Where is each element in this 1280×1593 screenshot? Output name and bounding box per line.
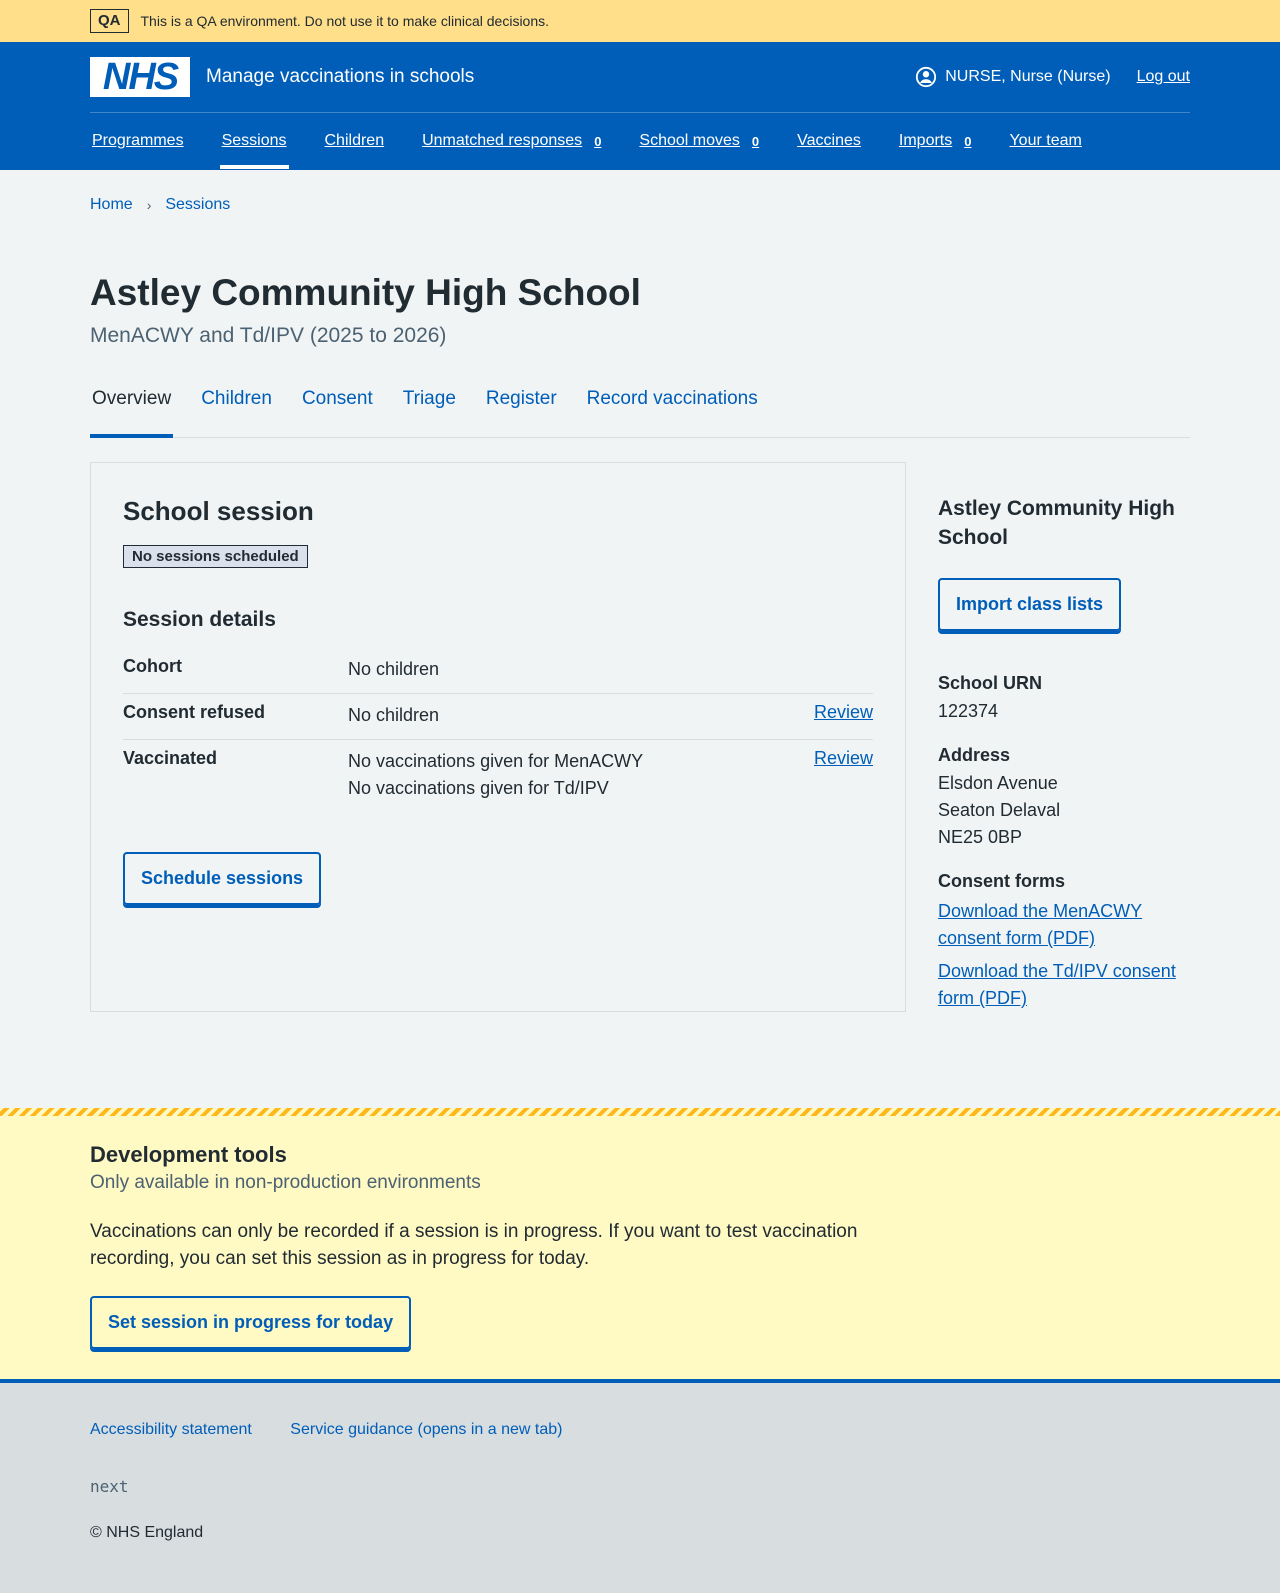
card-title: School session [123, 496, 314, 526]
nav-school-moves[interactable]: School moves 0 [637, 113, 761, 169]
schedule-sessions-button[interactable]: Schedule sessions [123, 852, 322, 905]
school-sidebar: Astley Community High School Import clas… [938, 462, 1188, 1012]
summary-row-vaccinated: Vaccinated No vaccinations given for Men… [123, 740, 873, 812]
summary-value: No vaccinations given for MenACWY No vac… [348, 748, 814, 802]
main: Home › Sessions Astley Community High Sc… [90, 170, 1190, 1012]
nav-label: Imports [898, 132, 953, 149]
address-line: Elsdon Avenue [938, 773, 1058, 793]
qa-message: This is a QA environment. Do not use it … [140, 13, 550, 29]
page-caption: MenACWY and Td/IPV (2025 to 2026) [90, 324, 447, 347]
nav-imports[interactable]: Imports 0 [897, 113, 974, 169]
session-tabs: Overview Children Consent Triage Registe… [90, 382, 1190, 438]
chevron-right-icon: › [146, 197, 152, 213]
header: NHS Manage vaccinations in schools NURSE… [0, 42, 1280, 170]
user-name: NURSE, Nurse (Nurse) [945, 68, 1111, 85]
tab-record-vaccinations[interactable]: Record vaccinations [585, 382, 760, 437]
qa-banner: QA This is a QA environment. Do not use … [0, 0, 1280, 42]
session-summary-list: Cohort No children Consent refused No ch… [123, 648, 873, 812]
nav-unmatched-responses[interactable]: Unmatched responses 0 [420, 113, 603, 169]
address-label: Address [938, 745, 1011, 765]
review-consent-refused-link[interactable]: Review [814, 702, 873, 729]
nav-children[interactable]: Children [323, 113, 387, 169]
nav-programmes[interactable]: Programmes [90, 113, 186, 169]
header-top: NHS Manage vaccinations in schools NURSE… [90, 42, 1190, 113]
primary-nav: Programmes Sessions Children Unmatched r… [90, 113, 1190, 169]
user-icon [916, 66, 937, 88]
nav-your-team[interactable]: Your team [1007, 113, 1083, 169]
nav-label: School moves [639, 132, 740, 149]
nav-label: Programmes [92, 132, 184, 149]
nav-label: Your team [1009, 132, 1082, 149]
address-line: NE25 0BP [938, 827, 1023, 847]
summary-key: Vaccinated [123, 748, 218, 768]
summary-key: Consent refused [123, 702, 266, 722]
copyright: © NHS England [90, 1524, 204, 1541]
service-name[interactable]: Manage vaccinations in schools [206, 66, 474, 88]
nav-label: Children [324, 132, 385, 149]
accessibility-statement-link[interactable]: Accessibility statement [90, 1421, 252, 1438]
nav-count: 0 [594, 133, 602, 149]
development-tools: Development tools Only available in non-… [0, 1108, 1280, 1383]
consent-forms-label: Consent forms [938, 871, 1066, 891]
tab-consent[interactable]: Consent [300, 382, 375, 437]
page-title: Astley Community High School [90, 272, 641, 313]
summary-row-consent-refused: Consent refused No children Review [123, 694, 873, 740]
nav-label: Sessions [221, 132, 287, 149]
footer: Accessibility statement Service guidance… [0, 1383, 1280, 1593]
download-menacwy-consent-link[interactable]: Download the MenACWY consent form (PDF) [938, 898, 1188, 952]
download-tdipv-consent-link[interactable]: Download the Td/IPV consent form (PDF) [938, 958, 1188, 1012]
dev-tools-subtitle: Only available in non-production environ… [90, 1172, 481, 1193]
nav-label: Vaccines [797, 132, 861, 149]
nav-count: 0 [964, 133, 972, 149]
school-urn-value: 122374 [938, 701, 999, 721]
logout-link[interactable]: Log out [1137, 68, 1190, 86]
dev-tools-title: Development tools [90, 1142, 287, 1167]
status-badge: No sessions scheduled [123, 545, 308, 568]
sidebar-school-name: Astley Community High School [938, 497, 1175, 549]
qa-tag: QA [90, 9, 129, 33]
service-guidance-link[interactable]: Service guidance (opens in a new tab) [290, 1421, 562, 1438]
nav-label: Unmatched responses [422, 132, 583, 149]
vaccinated-tdipv: No vaccinations given for Td/IPV [348, 778, 609, 798]
address-line: Seaton Delaval [938, 800, 1061, 820]
session-details-heading: Session details [123, 608, 276, 631]
nhs-logo[interactable]: NHS [90, 57, 190, 97]
breadcrumb-home[interactable]: Home [90, 196, 133, 214]
review-vaccinated-link[interactable]: Review [814, 748, 873, 802]
breadcrumb: Home › Sessions [90, 170, 1190, 214]
nav-vaccines[interactable]: Vaccines [795, 113, 863, 169]
content-columns: School session No sessions scheduled Ses… [90, 462, 1190, 1012]
breadcrumb-sessions[interactable]: Sessions [165, 196, 230, 214]
summary-key: Cohort [123, 656, 182, 676]
summary-row-cohort: Cohort No children [123, 648, 873, 694]
footer-links: Accessibility statement Service guidance… [90, 1421, 1190, 1439]
summary-value: No children [348, 705, 440, 725]
dev-tools-text: Vaccinations can only be recorded if a s… [90, 1221, 858, 1269]
import-class-lists-button[interactable]: Import class lists [938, 578, 1122, 631]
tab-children[interactable]: Children [199, 382, 274, 437]
set-session-in-progress-button[interactable]: Set session in progress for today [90, 1296, 412, 1349]
tab-register[interactable]: Register [484, 382, 559, 437]
address-value: Elsdon Avenue Seaton Delaval NE25 0BP [938, 770, 1188, 851]
summary-value: No children [348, 659, 440, 679]
tab-triage[interactable]: Triage [401, 382, 458, 437]
school-urn-label: School URN [938, 673, 1043, 693]
vaccinated-menacwy: No vaccinations given for MenACWY [348, 751, 644, 771]
nhs-logo-text: NHS [102, 56, 179, 98]
user-area: NURSE, Nurse (Nurse) Log out [915, 66, 1190, 88]
school-session-card: School session No sessions scheduled Ses… [90, 462, 906, 1012]
tab-overview[interactable]: Overview [90, 382, 174, 438]
nav-sessions[interactable]: Sessions [219, 113, 289, 169]
build-label: next [90, 1477, 129, 1496]
nav-count: 0 [751, 133, 760, 149]
